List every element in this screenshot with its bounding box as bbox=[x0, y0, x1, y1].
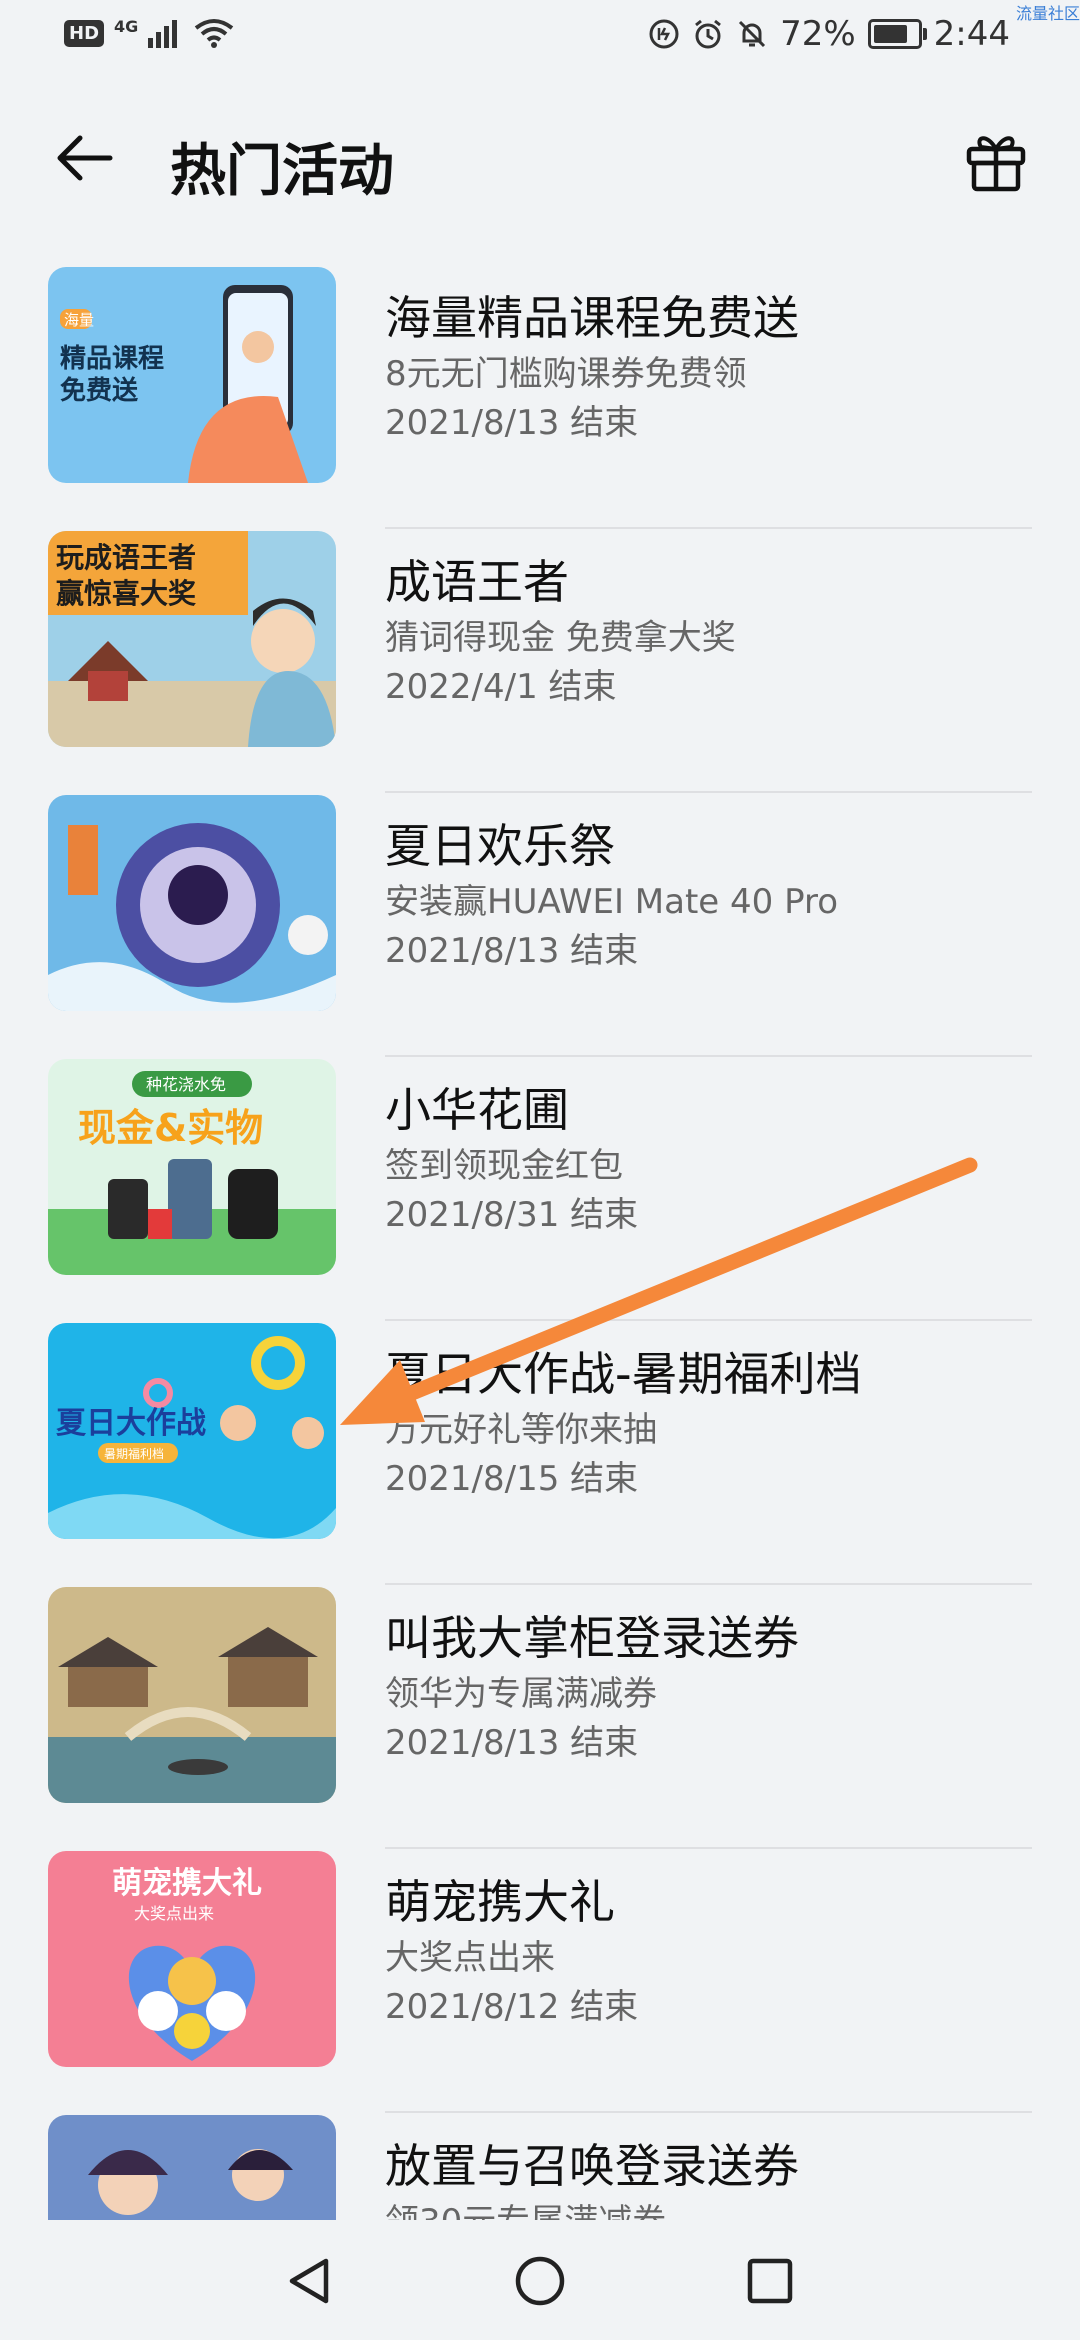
network-type: 4G bbox=[114, 16, 139, 36]
activity-thumbnail bbox=[48, 2115, 336, 2220]
nav-home-button[interactable] bbox=[500, 2246, 580, 2316]
svg-text:种花浇水免: 种花浇水免 bbox=[146, 1075, 226, 1094]
activity-end-date: 2021/8/13 结束 bbox=[385, 403, 639, 443]
list-item[interactable]: 夏日欢乐祭 安装赢HUAWEI Mate 40 Pro 2021/8/13 结束 bbox=[0, 793, 1080, 1057]
activity-title: 成语王者 bbox=[385, 555, 569, 609]
gift-button[interactable] bbox=[956, 120, 1036, 200]
pet-gift-banner-image: 萌宠携大礼 大奖点出来 bbox=[48, 1851, 336, 2067]
activity-description: 领30元专属满减券 bbox=[385, 2197, 1040, 2220]
svg-text:萌宠携大礼: 萌宠携大礼 bbox=[112, 1866, 262, 1901]
activity-thumbnail: 种花浇水免 现金&实物 bbox=[48, 1059, 336, 1275]
list-item[interactable]: 种花浇水免 现金&实物 小华花圃 签到领现金红包 2021/8/31 结束 bbox=[0, 1057, 1080, 1321]
system-nav-bar bbox=[0, 2220, 1080, 2340]
list-item[interactable]: 萌宠携大礼 大奖点出来 萌宠携大礼 大奖点出来 2021/8/12 结束 bbox=[0, 1849, 1080, 2113]
summon-game-banner-image bbox=[48, 2115, 336, 2220]
status-right: 72% 2:44 bbox=[648, 14, 1010, 54]
activity-end-date: 2022/4/1 结束 bbox=[385, 667, 617, 707]
activity-thumbnail: 夏日大作战 暑期福利档 bbox=[48, 1323, 336, 1539]
activity-description: 领华为专属满减券 bbox=[385, 1674, 657, 1714]
activity-title: 叫我大掌柜登录送券 bbox=[385, 1611, 799, 1665]
data-saver-icon bbox=[649, 19, 679, 49]
activity-title: 夏日大作战-暑期福利档 bbox=[385, 1347, 862, 1401]
activity-description: 万元好礼等你来抽 bbox=[385, 1410, 657, 1450]
status-left: HD 4G bbox=[64, 16, 234, 48]
list-item[interactable]: 放置与召唤登录送券 领30元专属满减券 bbox=[0, 2113, 1080, 2220]
back-button[interactable] bbox=[46, 120, 122, 196]
watermark-text: 流量社区 bbox=[1015, 4, 1080, 23]
garden-banner-image: 种花浇水免 现金&实物 bbox=[48, 1059, 336, 1275]
activity-thumbnail: 海量 精品课程 免费送 bbox=[48, 267, 336, 483]
activity-description: 大奖点出来 bbox=[385, 1938, 555, 1978]
signal-icon bbox=[148, 20, 178, 48]
summer-festival-banner-image bbox=[48, 795, 336, 1011]
back-arrow-icon bbox=[57, 135, 113, 181]
battery-icon bbox=[867, 19, 927, 49]
idiom-king-banner-image: 玩成语王者 赢惊喜大奖 bbox=[48, 531, 336, 747]
activity-title: 小华花圃 bbox=[385, 1083, 569, 1137]
activity-list[interactable]: 海量 精品课程 免费送 海量精品课程免费送 8元无门槛购课券免费领 2021/8… bbox=[0, 265, 1080, 2220]
nav-recents-square-icon bbox=[747, 2258, 793, 2304]
summer-battle-banner-image: 夏日大作战 暑期福利档 bbox=[48, 1323, 336, 1539]
activity-description: 安装赢HUAWEI Mate 40 Pro bbox=[385, 882, 839, 922]
svg-text:海量: 海量 bbox=[64, 311, 94, 329]
svg-text:夏日大作战: 夏日大作战 bbox=[56, 1406, 206, 1441]
activity-end-date: 2021/8/15 结束 bbox=[385, 1459, 639, 1499]
nav-back-triangle-icon bbox=[289, 2258, 329, 2304]
list-item[interactable]: 夏日大作战 暑期福利档 夏日大作战-暑期福利档 万元好礼等你来抽 2021/8/… bbox=[0, 1321, 1080, 1585]
activity-title: 海量精品课程免费送 bbox=[385, 291, 799, 345]
activity-end-date: 2021/8/12 结束 bbox=[385, 1987, 639, 2027]
activity-thumbnail: 萌宠携大礼 大奖点出来 bbox=[48, 1851, 336, 2067]
activity-description: 8元无门槛购课券免费领 bbox=[385, 354, 747, 394]
activity-end-date: 2021/8/31 结束 bbox=[385, 1195, 639, 1235]
activity-thumbnail: 玩成语王者 赢惊喜大奖 bbox=[48, 531, 336, 747]
svg-text:精品课程: 精品课程 bbox=[60, 344, 164, 374]
activity-end-date: 2021/8/13 结束 bbox=[385, 931, 639, 971]
wifi-icon bbox=[195, 19, 234, 48]
activity-end-date: 2021/8/13 结束 bbox=[385, 1723, 639, 1763]
nav-back-button[interactable] bbox=[270, 2246, 350, 2316]
gift-icon bbox=[966, 136, 1026, 192]
activity-title: 萌宠携大礼 bbox=[385, 1875, 615, 1929]
activity-thumbnail bbox=[48, 795, 336, 1011]
svg-text:免费送: 免费送 bbox=[60, 375, 138, 406]
hd-badge: HD bbox=[64, 19, 105, 47]
activity-title: 夏日欢乐祭 bbox=[385, 819, 615, 873]
list-item[interactable]: 叫我大掌柜登录送券 领华为专属满减券 2021/8/13 结束 bbox=[0, 1585, 1080, 1849]
svg-text:现金&实物: 现金&实物 bbox=[78, 1106, 263, 1150]
list-item[interactable]: 玩成语王者 赢惊喜大奖 成语王者 猜词得现金 免费拿大奖 2022/4/1 结束 bbox=[0, 529, 1080, 793]
page-title: 热门活动 bbox=[170, 139, 394, 204]
nav-recents-button[interactable] bbox=[730, 2246, 810, 2316]
activity-description: 猜词得现金 免费拿大奖 bbox=[385, 618, 736, 658]
svg-text:暑期福利档: 暑期福利档 bbox=[104, 1446, 164, 1461]
app-header: 热门活动 bbox=[0, 80, 1080, 240]
shopkeeper-banner-image bbox=[48, 1587, 336, 1803]
status-bar: HD 4G 72% 2:44 流量社区 bbox=[0, 0, 1080, 80]
list-item[interactable]: 海量 精品课程 免费送 海量精品课程免费送 8元无门槛购课券免费领 2021/8… bbox=[0, 265, 1080, 529]
alarm-icon bbox=[695, 19, 721, 49]
clock-time: 2:44 bbox=[933, 14, 1010, 54]
svg-text:赢惊喜大奖: 赢惊喜大奖 bbox=[56, 577, 196, 610]
svg-text:大奖点出来: 大奖点出来 bbox=[134, 1904, 214, 1923]
mute-bell-icon bbox=[739, 20, 766, 48]
activity-description: 签到领现金红包 bbox=[385, 1146, 623, 1186]
course-banner-image: 海量 精品课程 免费送 bbox=[48, 267, 336, 483]
battery-percent: 72% bbox=[780, 14, 856, 54]
activity-title: 放置与召唤登录送券 bbox=[385, 2139, 799, 2193]
nav-home-circle-icon bbox=[515, 2256, 565, 2306]
svg-text:玩成语王者: 玩成语王者 bbox=[56, 541, 196, 574]
activity-thumbnail bbox=[48, 1587, 336, 1803]
